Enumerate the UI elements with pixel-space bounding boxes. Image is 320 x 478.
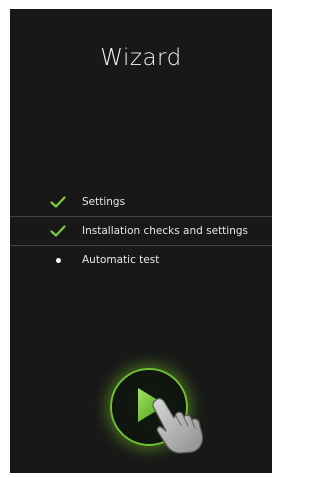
step-automatic-test: Automatic test (10, 246, 272, 274)
step-label: Settings (82, 196, 126, 208)
step-label: Installation checks and settings (82, 225, 249, 237)
start-area (110, 364, 204, 454)
check-icon (48, 188, 68, 216)
step-label: Automatic test (82, 254, 160, 266)
step-settings: Settings (10, 188, 272, 217)
bullet-icon (48, 246, 68, 274)
step-installation-checks: Installation checks and settings (10, 217, 272, 246)
step-list: Settings Installation checks and setting… (10, 188, 272, 274)
hand-pointer-icon (152, 397, 204, 454)
check-icon (48, 217, 68, 245)
page-title: Wizard (100, 45, 182, 71)
wizard-screen: Wizard Settings Installation checks and … (10, 9, 272, 473)
